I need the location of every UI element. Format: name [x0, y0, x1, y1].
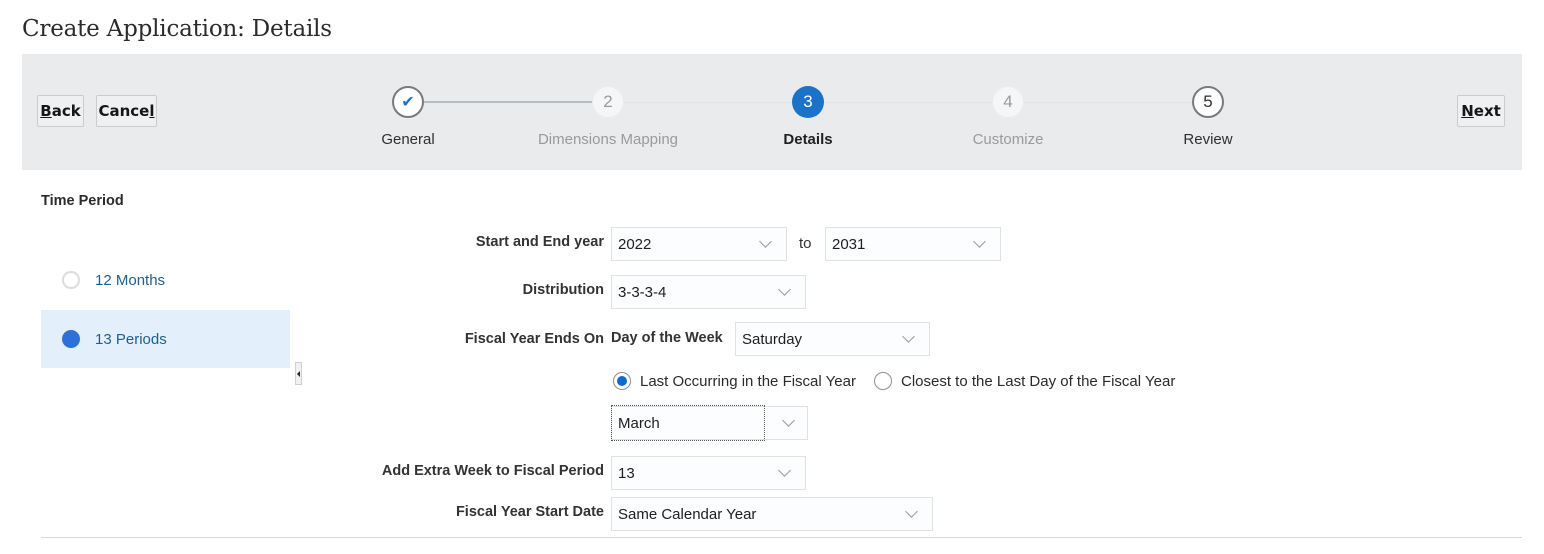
caret-left-icon	[297, 370, 300, 377]
day-of-week-select[interactable]: Saturday	[735, 322, 930, 356]
wizard-train-bar: Back Cance l ✔ General 2 Dimensions Mappi…	[22, 54, 1522, 170]
start-end-year-label: Start and End year	[475, 234, 604, 250]
fiscal-year-start-date-select[interactable]: Same Calendar Year	[611, 497, 933, 531]
option-13-periods[interactable]: 13 Periods	[41, 310, 290, 368]
back-button[interactable]: Back	[37, 95, 84, 127]
next-button[interactable]: Next	[1457, 95, 1505, 127]
step-label: General	[381, 131, 435, 148]
option-12-months[interactable]: 12 Months	[41, 251, 290, 309]
train-step-dimensions-mapping: 2 Dimensions Mapping	[508, 86, 708, 148]
step-circle: ✔	[392, 86, 424, 118]
radio-last-occurring[interactable]: Last Occurring in the Fiscal Year	[613, 372, 856, 390]
step-circle: 2	[592, 86, 624, 118]
train-step-details[interactable]: 3 Details	[708, 86, 908, 148]
cancel-mnemonic: l	[149, 102, 155, 120]
month-select[interactable]: March	[611, 405, 808, 441]
section-divider	[41, 537, 1522, 538]
chevron-down-icon	[905, 505, 918, 518]
distribution-value: 3-3-3-4	[618, 283, 667, 301]
step-label: Details	[783, 131, 833, 148]
day-of-week-value: Saturday	[742, 330, 803, 348]
fiscal-year-start-date-value: Same Calendar Year	[618, 505, 757, 523]
back-mnemonic: B	[40, 102, 52, 120]
start-year-select[interactable]: 2022	[611, 227, 787, 261]
radio-label: Closest to the Last Day of the Fiscal Ye…	[901, 372, 1176, 390]
step-circle: 4	[992, 86, 1024, 118]
distribution-select[interactable]: 3-3-3-4	[611, 275, 806, 309]
step-circle: 5	[1192, 86, 1224, 118]
page-title: Create Application: Details	[22, 16, 332, 42]
radio-unselected-icon	[62, 271, 80, 289]
next-mnemonic: N	[1461, 102, 1474, 120]
back-label-rest: ack	[51, 102, 81, 120]
panel-collapse-handle[interactable]	[295, 362, 302, 385]
month-value: March	[611, 405, 765, 441]
radio-closest-to-last-day[interactable]: Closest to the Last Day of the Fiscal Ye…	[874, 372, 1175, 390]
step-label: Customize	[972, 131, 1044, 148]
option-label: 13 Periods	[95, 330, 167, 348]
train-step-general[interactable]: ✔ General	[308, 86, 508, 148]
cancel-label-prefix: Cance	[98, 102, 150, 120]
day-of-week-label: Day of the Week	[611, 330, 723, 346]
extra-week-label: Add Extra Week to Fiscal Period	[381, 463, 604, 479]
chevron-down-icon	[778, 464, 791, 477]
radio-selected-icon	[62, 330, 80, 348]
radio-unselected-icon	[874, 372, 892, 390]
cancel-button[interactable]: Cance l	[96, 95, 157, 127]
check-icon: ✔	[401, 94, 415, 111]
fiscal-year-start-date-label: Fiscal Year Start Date	[455, 504, 604, 520]
chevron-down-icon	[778, 283, 791, 296]
step-circle: 3	[792, 86, 824, 118]
distribution-label: Distribution	[522, 282, 604, 298]
option-label: 12 Months	[95, 271, 166, 289]
fiscal-year-ends-on-label: Fiscal Year Ends On	[464, 331, 604, 347]
step-label: Review	[1183, 131, 1233, 148]
train-step-review[interactable]: 5 Review	[1108, 86, 1308, 148]
extra-week-select[interactable]: 13	[611, 456, 806, 490]
radio-selected-icon	[613, 372, 631, 390]
end-year-select[interactable]: 2031	[825, 227, 1001, 261]
chevron-down-icon	[759, 235, 772, 248]
extra-week-value: 13	[618, 464, 635, 482]
year-range-separator: to	[799, 235, 812, 252]
end-year-value: 2031	[832, 235, 866, 253]
start-year-value: 2022	[618, 235, 652, 253]
step-label: Dimensions Mapping	[537, 131, 679, 148]
chevron-down-icon	[973, 235, 986, 248]
time-period-title: Time Period	[41, 193, 124, 209]
next-label-rest: ext	[1473, 102, 1501, 120]
train-step-customize: 4 Customize	[908, 86, 1108, 148]
chevron-down-icon	[782, 414, 795, 427]
radio-label: Last Occurring in the Fiscal Year	[640, 372, 856, 390]
chevron-down-icon	[902, 330, 915, 343]
